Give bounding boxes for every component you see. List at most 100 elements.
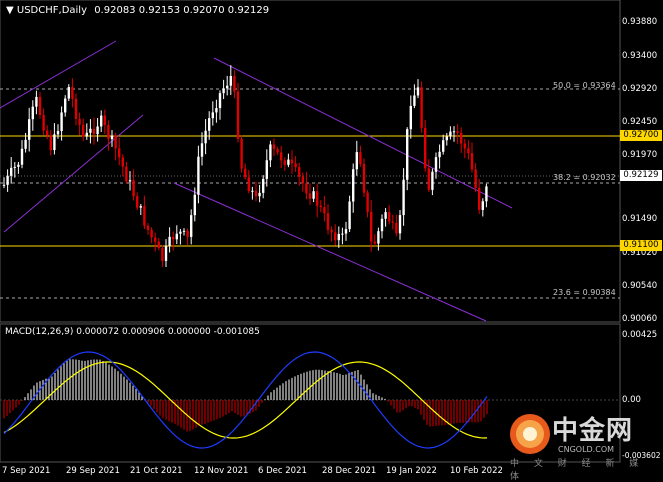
candle-body: [305, 183, 308, 194]
date-tick: 29 Sep 2021: [66, 466, 120, 476]
candle-body: [485, 186, 488, 202]
price-tick: 0.93880: [622, 17, 658, 27]
date-tick: 19 Jan 2022: [386, 466, 437, 476]
candle-body: [182, 230, 186, 232]
candle-body: [190, 215, 193, 237]
date-tick: 6 Dec 2021: [258, 466, 307, 476]
candle-body: [96, 126, 99, 135]
candle-body: [125, 166, 128, 182]
candle-body: [186, 230, 189, 237]
dropdown-triangle-icon[interactable]: ▼: [6, 5, 14, 16]
candle-body: [323, 207, 326, 214]
candle-body: [172, 236, 175, 240]
candle-body: [470, 153, 474, 170]
candle-body: [222, 88, 225, 94]
macd-header: MACD(12,26,9) 0.000072 0.000906 0.000000…: [5, 327, 260, 337]
candles: [2, 65, 488, 268]
candle-body: [416, 87, 420, 96]
candle-body: [46, 130, 49, 136]
candle-body: [460, 132, 463, 144]
candle-body: [424, 127, 427, 169]
candle-body: [337, 233, 340, 241]
candle-body: [290, 159, 294, 164]
candle-body: [434, 157, 438, 172]
candle-body: [143, 206, 146, 226]
candle-body: [121, 157, 124, 167]
logo-tagline: 中 文 财 经 新 媒 体: [510, 459, 645, 482]
candle-body: [326, 213, 330, 230]
candle-body: [13, 166, 16, 168]
cngold-logo: 中金网 CNGOLD.COM 中 文 财 经 新 媒 体: [506, 410, 656, 482]
price-tick: 0.93400: [622, 51, 658, 61]
candle-body: [402, 179, 405, 216]
candle-body: [175, 233, 178, 240]
candle-body: [24, 139, 27, 149]
candle-body: [157, 241, 160, 249]
candle-body: [431, 171, 434, 190]
candle-body: [164, 245, 168, 261]
candle-body: [136, 196, 139, 208]
candle-body: [168, 236, 171, 246]
candle-body: [244, 168, 247, 178]
candle-body: [233, 76, 236, 92]
candle-body: [362, 163, 366, 193]
macd-histogram: [3, 359, 488, 432]
candle-body: [20, 148, 24, 165]
resistance-tag: 0.92700: [620, 130, 662, 141]
candle-body: [474, 169, 477, 188]
candle-body: [74, 98, 78, 119]
candle-body: [481, 201, 484, 210]
date-tick: 10 Feb 2022: [450, 466, 503, 476]
date-tick: 28 Dec 2021: [322, 466, 377, 476]
price-tick: 0.90540: [622, 281, 658, 291]
candle-body: [85, 132, 88, 137]
candle-body: [132, 180, 135, 197]
candle-body: [352, 169, 355, 202]
candle-body: [229, 76, 232, 86]
candle-body: [6, 175, 9, 185]
candle-body: [197, 156, 200, 195]
candle-body: [467, 148, 470, 154]
candle-body: [161, 248, 164, 261]
candle-body: [262, 178, 265, 193]
logo-emblem-icon: [510, 414, 550, 454]
price-tick: 0.91970: [622, 150, 658, 160]
candle-body: [110, 135, 114, 140]
candle-body: [67, 87, 70, 99]
candle-body: [370, 211, 373, 242]
candle-body: [64, 98, 67, 113]
candle-body: [215, 108, 218, 113]
candle-body: [341, 233, 344, 235]
candle-body: [409, 105, 412, 130]
candle-body: [276, 149, 279, 153]
candle-body: [35, 96, 38, 107]
candle-body: [146, 225, 150, 230]
price-tick: 0.91490: [622, 214, 658, 224]
candle-body: [254, 190, 258, 197]
candle-body: [89, 128, 92, 133]
candle-body: [17, 164, 20, 167]
candle-body: [406, 129, 409, 180]
candle-body: [78, 118, 81, 125]
candle-body: [236, 91, 240, 139]
candle-body: [28, 119, 31, 140]
candle-body: [128, 180, 132, 182]
candle-body: [240, 138, 243, 169]
logo-domain: CNGOLD.COM: [558, 445, 615, 454]
fib-38-label: 38.2 = 0.92032: [553, 173, 616, 182]
candle-body: [391, 221, 394, 223]
macd-tick: 0.00425: [622, 330, 658, 340]
date-tick: 21 Oct 2021: [130, 466, 183, 476]
fib-50-label: 50.0 = 0.93364: [553, 81, 616, 90]
candle-body: [395, 222, 398, 234]
date-tick: 12 Nov 2021: [194, 466, 249, 476]
candle-body: [71, 87, 74, 99]
down-channel-lower: [173, 182, 487, 322]
candle-body: [355, 152, 358, 170]
candle-body: [269, 144, 272, 161]
price-tick: 0.92920: [622, 84, 658, 94]
candle-body: [312, 191, 315, 199]
candle-body: [107, 125, 110, 140]
logo-chinese-text: 中金网: [552, 416, 634, 446]
candle-body: [456, 131, 459, 133]
